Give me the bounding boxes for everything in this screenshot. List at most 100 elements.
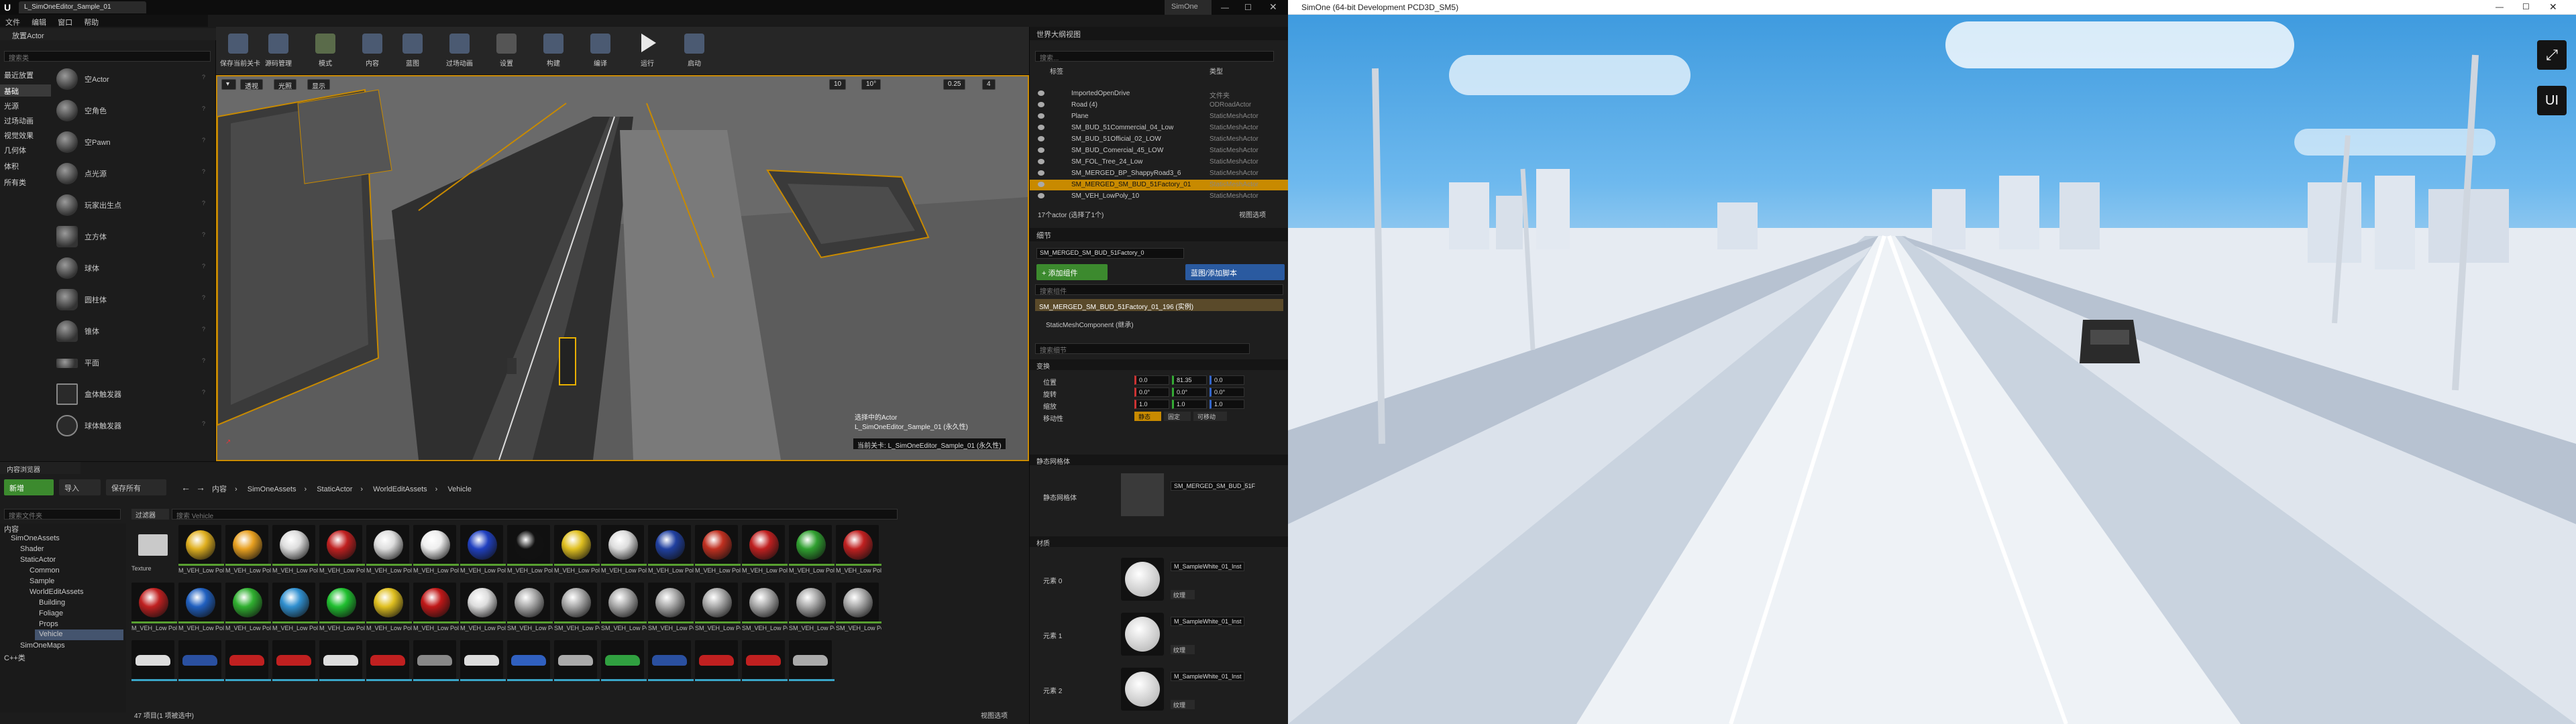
content-view-options[interactable]: 视图选项 [981,710,1008,720]
place-item[interactable]: 圆柱体? [54,285,209,313]
visibility-eye-icon[interactable] [1038,113,1044,119]
category-basic[interactable]: 基础 [0,84,51,97]
location-z-field[interactable]: 0.0 [1210,375,1244,385]
asset-tile[interactable]: M_VEH_Low Poly_14_Inst [789,525,835,579]
place-item[interactable]: 锥体? [54,316,209,345]
place-item[interactable]: 球体? [54,253,209,282]
outliner-row[interactable]: SM_BUD_Comercial_45_LOW StaticMeshActor [1030,145,1288,156]
selected-component-row[interactable]: SM_MERGED_SM_BUD_51Factory_01_196 (实例) [1035,299,1283,311]
level-tab[interactable]: L_SimOneEditor_Sample_01 [19,1,146,13]
help-icon[interactable]: ? [202,105,205,112]
help-icon[interactable]: ? [202,420,205,427]
place-item[interactable]: 立方体? [54,222,209,250]
asset-tile[interactable] [460,640,506,694]
place-item[interactable]: 空Actor? [54,64,209,93]
menu-edit[interactable]: 编辑 [32,17,46,27]
place-item[interactable]: 空Pawn? [54,127,209,156]
location-x-field[interactable]: 0.0 [1134,375,1169,385]
outliner-col-type[interactable]: 类型 [1210,66,1223,76]
level-viewport[interactable]: ▾ 透视 光照 显示 10 10° 0.25 4 选择中的Actor L_Sim… [216,75,1029,461]
add-new-button[interactable]: 新增 [4,479,54,495]
tree-item[interactable]: C++类 [4,652,25,663]
fullscreen-icon[interactable]: ⤢ [2537,40,2567,70]
material0-picker[interactable]: M_SampleWhite_01_Inst [1171,562,1244,571]
add-component-button[interactable]: + 添加组件 [1036,264,1108,280]
help-icon[interactable]: ? [202,231,205,238]
help-icon[interactable]: ? [202,74,205,80]
asset-tile[interactable]: M_VEH_Low Poly_18_Inst [225,583,271,636]
place-item[interactable]: 平面? [54,348,209,376]
maximize-icon[interactable]: ☐ [2522,2,2530,11]
breadcrumb-item[interactable]: SimOneAssets [248,485,297,493]
details-tab[interactable]: 细节 [1030,228,1288,241]
asset-tile[interactable]: M_VEH_Low Poly_23_Inst [460,583,506,636]
scale-y-field[interactable]: 1.0 [1172,400,1207,409]
scale-z-field[interactable]: 1.0 [1210,400,1244,409]
help-icon[interactable]: ? [202,294,205,301]
outliner-row[interactable]: Plane StaticMeshActor [1030,111,1288,122]
viewport-menu-icon[interactable]: ▾ [221,79,236,90]
asset-tile[interactable] [742,640,788,694]
asset-tile[interactable]: M_VEH_Low Poly_04_Inst [319,525,365,579]
asset-tile[interactable]: M_VEH_Low Poly_01_Inst [178,525,224,579]
location-y-field[interactable]: 81.35 [1172,375,1207,385]
category-visual-effects[interactable]: 视觉效果 [4,130,34,141]
rotation-snap-button[interactable]: 10° [861,79,881,90]
material1-thumbnail[interactable] [1121,613,1164,656]
visibility-eye-icon[interactable] [1038,193,1044,198]
breadcrumb-item[interactable]: 内容 [212,485,227,493]
place-item[interactable]: 球体触发器? [54,411,209,439]
asset-tile[interactable] [554,640,600,694]
help-icon[interactable]: ? [202,137,205,143]
asset-tile[interactable] [789,640,835,694]
close-icon[interactable]: ✕ [2549,1,2557,13]
mobility-stationary-button[interactable]: 固定 [1164,412,1191,421]
help-icon[interactable]: ? [202,168,205,175]
maximize-icon[interactable]: ☐ [1244,3,1252,12]
category-lights[interactable]: 光源 [4,101,19,111]
material1-texture-button[interactable]: 纹理 [1171,645,1195,654]
asset-tile[interactable]: M_VEH_Low Poly_17_Inst [178,583,224,636]
visibility-eye-icon[interactable] [1038,102,1044,107]
category-recent[interactable]: 最近放置 [4,70,34,80]
save-all-button[interactable]: 保存所有 [106,479,166,495]
content-button[interactable]: 内容 [354,31,390,72]
asset-tile[interactable] [413,640,459,694]
import-button[interactable]: 导入 [59,479,101,495]
minimize-icon[interactable]: — [1221,3,1229,12]
outliner-row[interactable]: SM_FOL_Tree_24_Low StaticMeshActor [1030,157,1288,168]
help-icon[interactable]: ? [202,357,205,364]
folder-search-input[interactable]: 搜索文件夹 [4,509,121,520]
build-button[interactable]: 构建 [535,31,572,72]
material2-texture-button[interactable]: 纹理 [1171,700,1195,709]
visibility-eye-icon[interactable] [1038,182,1044,187]
visibility-eye-icon[interactable] [1038,159,1044,164]
outliner-row[interactable]: ImportedOpenDrive 文件夹 [1030,88,1288,100]
tree-item[interactable]: SimOneMaps [20,642,65,650]
tree-item[interactable]: SimOneAssets [11,534,60,542]
cinematics-button[interactable]: 过场动画 [441,31,478,72]
asset-tile[interactable]: M_VEH_Low Poly_09_Inst [554,525,600,579]
materials-section[interactable]: 材质 [1030,536,1288,548]
material2-picker[interactable]: M_SampleWhite_01_Inst [1171,672,1244,681]
static-mesh-thumbnail[interactable] [1121,473,1164,516]
outliner-row[interactable]: SM_MERGED_SM_BUD_51Factory_01 StaticMeshA… [1030,180,1288,190]
asset-search-input[interactable]: 搜索 Vehicle [172,509,898,520]
category-geometry[interactable]: 几何体 [4,145,26,156]
lit-button[interactable]: 光照 [274,79,297,90]
minimize-icon[interactable]: — [2496,2,2504,11]
grid-snap-button[interactable]: 10 [829,79,847,90]
outliner-row[interactable]: SM_BUD_51Official_02_LOW StaticMeshActor [1030,134,1288,145]
forward-arrow-icon[interactable]: → [196,482,205,493]
asset-tile[interactable] [272,640,318,694]
tree-item[interactable]: Props [39,620,58,628]
asset-tile[interactable] [695,640,741,694]
static-mesh-component-row[interactable]: StaticMeshComponent (继承) [1046,319,1134,329]
help-icon[interactable]: ? [202,326,205,333]
save-level-button[interactable]: 保存当前关卡 [220,31,260,72]
asset-tile[interactable]: M_VEH_Low Poly_11_Inst [648,525,694,579]
tree-item[interactable]: Common [30,566,60,575]
asset-tile[interactable]: SM_VEH_Low Poly_10 [507,583,553,636]
asset-tile[interactable]: SM_VEH_Low Poly_12 [601,583,647,636]
material2-thumbnail[interactable] [1121,668,1164,711]
